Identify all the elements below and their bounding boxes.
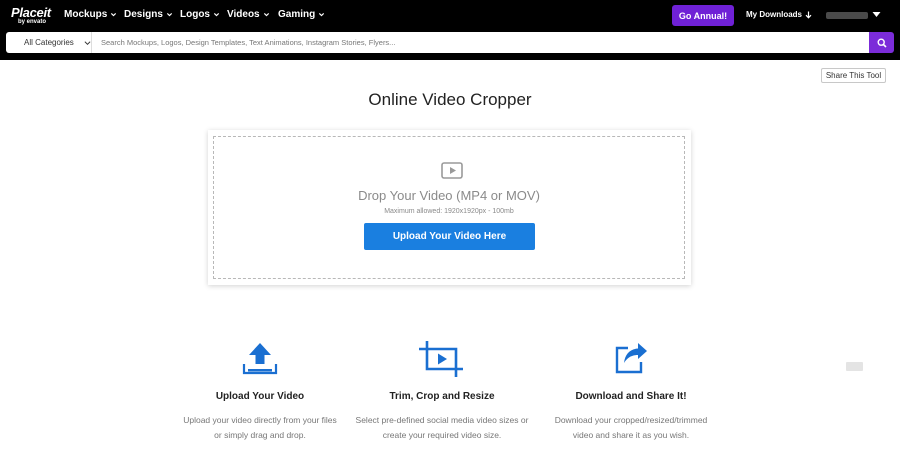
chevron-down-icon <box>263 13 269 17</box>
upload-card: Drop Your Video (MP4 or MOV) Maximum all… <box>208 130 691 285</box>
logo-text: Placeit <box>11 5 51 20</box>
feature-desc-line: or simply drag and drop. <box>214 430 306 440</box>
feature-description: Select pre-defined social media video si… <box>352 413 532 443</box>
upload-icon <box>242 343 278 375</box>
crop-icon <box>419 341 463 377</box>
search-icon <box>876 37 887 48</box>
nav-item-mockups[interactable]: Mockups <box>64 9 117 20</box>
chevron-down-icon <box>84 40 91 45</box>
top-nav: Placeit by envato Mockups Designs Logos … <box>0 0 900 31</box>
chevron-down-icon <box>111 13 117 17</box>
go-annual-button[interactable]: Go Annual! <box>672 5 734 26</box>
feature-desc-line: Upload your video directly from your fil… <box>183 415 337 425</box>
nav-label: Videos <box>227 9 260 20</box>
upload-video-button[interactable]: Upload Your Video Here <box>364 223 535 250</box>
feature-title: Trim, Crop and Resize <box>389 391 495 402</box>
chevron-down-icon <box>319 13 325 17</box>
video-drop-zone[interactable]: Drop Your Video (MP4 or MOV) Maximum all… <box>213 136 685 279</box>
share-tool-button[interactable]: Share This Tool <box>821 68 886 83</box>
my-downloads-label: My Downloads <box>746 10 803 19</box>
nav-item-gaming[interactable]: Gaming <box>278 9 325 20</box>
feature-desc-line: Download your cropped/resized/trimmed <box>554 415 708 425</box>
chevron-down-icon <box>166 13 172 17</box>
feature-title: Upload Your Video <box>215 391 305 402</box>
drop-limits: Maximum allowed: 1920x1920px - 100mb <box>384 208 514 215</box>
ad-badge <box>846 362 863 371</box>
chevron-down-icon <box>213 13 220 17</box>
my-downloads-link[interactable]: My Downloads <box>746 10 812 19</box>
placeit-logo[interactable]: Placeit by envato <box>11 5 53 27</box>
page-title: Online Video Cropper <box>368 90 532 109</box>
feature-share: Download and Share It! Download your cro… <box>541 340 721 440</box>
feature-description: Download your cropped/resized/trimmed vi… <box>541 413 721 443</box>
search-button[interactable] <box>869 32 894 53</box>
feature-desc-line: Select pre-defined social media video si… <box>355 415 529 425</box>
nav-label: Designs <box>124 9 163 20</box>
feature-desc-line: video and share it as you wish. <box>572 430 690 440</box>
logo-subtext: by envato <box>18 19 47 25</box>
category-select[interactable]: All Categories <box>6 32 92 53</box>
nav-item-designs[interactable]: Designs <box>124 9 173 20</box>
search-input[interactable] <box>92 32 869 53</box>
arrow-down-icon <box>805 11 812 19</box>
feature-upload: Upload Your Video Upload your video dire… <box>170 340 350 440</box>
category-label: All Categories <box>24 38 74 47</box>
feature-title: Download and Share It! <box>575 391 687 402</box>
nav-item-logos[interactable]: Logos <box>180 9 220 20</box>
nav-item-videos[interactable]: Videos <box>227 9 270 20</box>
feature-crop: Trim, Crop and Resize Select pre-defined… <box>352 340 532 440</box>
share-icon <box>615 343 647 374</box>
nav-label: Mockups <box>64 9 108 20</box>
feature-desc-line: create your required video size. <box>382 430 502 440</box>
video-play-icon <box>441 162 463 179</box>
search-bar: All Categories <box>0 31 900 60</box>
user-name[interactable] <box>826 12 868 19</box>
drop-title: Drop Your Video (MP4 or MOV) <box>358 188 540 203</box>
nav-label: Gaming <box>278 9 316 20</box>
nav-label: Logos <box>180 9 210 20</box>
caret-down-icon[interactable] <box>872 11 881 18</box>
feature-description: Upload your video directly from your fil… <box>170 413 350 443</box>
